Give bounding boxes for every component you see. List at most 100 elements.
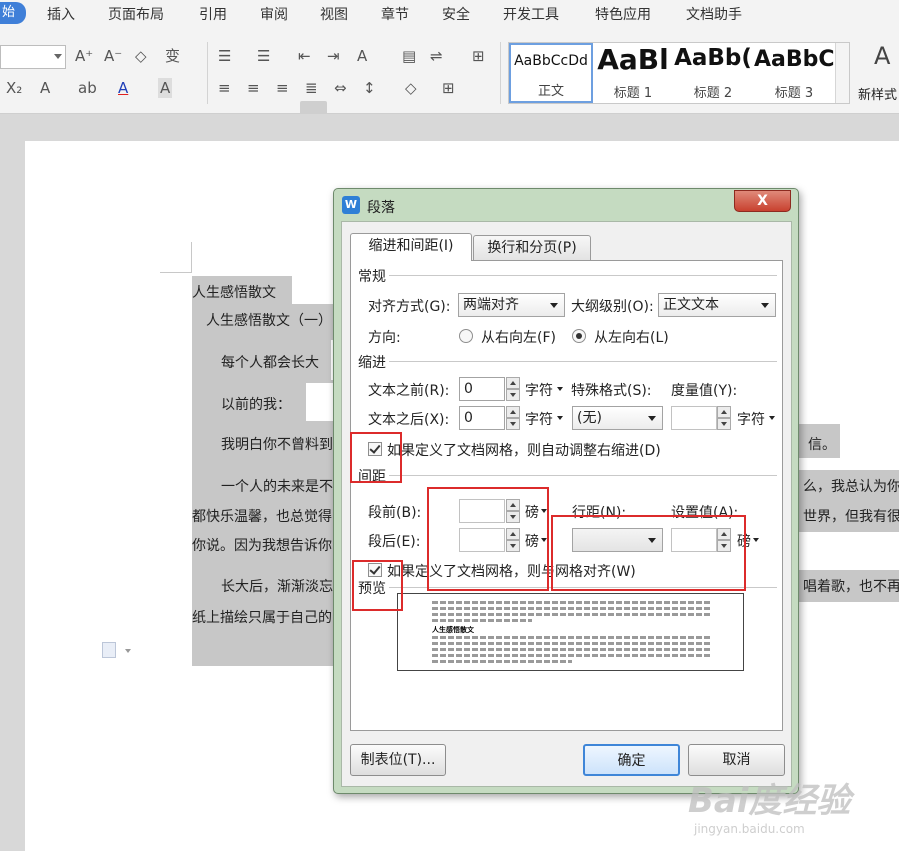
alignment-select[interactable]: 两端对齐 [458,293,565,317]
alignment-label: 对齐方式(G): [368,299,451,315]
tabs-button[interactable]: 制表位(T)... [350,744,446,776]
ltr-radio[interactable] [572,329,586,343]
line-spacing-icon[interactable]: ⇌ [430,46,443,66]
show-marks-icon[interactable]: ⊞ [472,46,485,66]
style-gallery: AaBbCcDd 正文 AaBl 标题 1 AaBb( 标题 2 AaBbC 标… [508,42,850,104]
menu-tab-security[interactable]: 安全 [442,4,470,24]
unit-dropdown-icon[interactable] [557,416,563,420]
menu-tab-chapter[interactable]: 章节 [381,4,409,24]
font-color-icon[interactable]: A [118,78,128,98]
ok-button[interactable]: 确定 [583,744,680,776]
doc-line: 你说。因为我想告诉你 [192,538,332,554]
subscript-icon[interactable]: X₂ [6,78,22,98]
indent-before-input[interactable]: 0 [459,377,505,401]
menu-tab-references[interactable]: 引用 [199,4,227,24]
crop-mark [160,272,192,273]
outline-level-select[interactable]: 正文文本 [658,293,776,317]
borders-icon[interactable]: ⊞ [442,78,455,98]
cancel-button[interactable]: 取消 [688,744,785,776]
shading-icon[interactable]: ◇ [405,78,417,98]
new-style-button[interactable]: A 新样式 [858,44,899,104]
section-divider [389,361,777,362]
doc-line: 唱着歌，也不再 [803,579,899,595]
rtl-label[interactable]: 从右向左(F) [481,327,556,347]
text-effect-icon[interactable]: A [40,78,50,98]
style-heading-2[interactable]: AaBb( 标题 2 [673,43,753,103]
indent-after-input[interactable]: 0 [459,406,505,430]
close-button[interactable]: X [734,190,791,212]
style-heading-1[interactable]: AaBl 标题 1 [594,43,672,103]
preview-box: 人生感悟散文 [397,593,744,671]
menu-tab-start[interactable]: 始 [0,2,26,24]
menu-tab-assistant[interactable]: 文档助手 [686,4,742,24]
para-spacing-icon[interactable]: ↕ [363,78,376,98]
unit-dropdown-icon[interactable] [753,538,759,542]
preview-line [432,660,572,663]
ltr-label[interactable]: 从左向右(L) [594,327,669,347]
decrease-indent-icon[interactable]: ⇤ [298,46,311,66]
indent-before-spinner[interactable] [506,377,520,401]
text-direction-icon[interactable]: ▤ [402,46,416,66]
annotation-box [352,560,403,611]
style-normal[interactable]: AaBbCcDd 正文 [509,43,593,103]
distribute-icon[interactable]: ⇔ [334,78,347,98]
align-right-icon[interactable]: ≡ [276,78,289,98]
bullet-list-icon[interactable]: ☰ [218,46,231,66]
tab-indent-spacing[interactable]: 缩进和间距(I) [350,233,472,261]
annotation-box [427,487,549,591]
align-center-icon[interactable]: ≡ [247,78,260,98]
menu-tab-review[interactable]: 审阅 [260,4,288,24]
indent-after-spinner[interactable] [506,406,520,430]
measure-label: 度量值(Y): [671,383,738,399]
doc-line: 我明白你不曾料到 [221,437,333,453]
ribbon: A⁺ A⁻ ◇ 变 X₂ A ab A A ☰ ☰ ⇤ ⇥ A ▤ ⇌ ⊞ ≡ … [0,28,899,127]
dialog-client: 缩进和间距(I) 换行和分页(P) 常规 对齐方式(G): 两端对齐 大纲级别(… [341,221,792,787]
doc-subheading: 人生感悟散文（一） [206,313,332,329]
chevron-down-icon [761,303,769,308]
baidu-watermark: Bai度经验 jingyan.baidu.com [688,773,888,843]
paragraph-layout-icon[interactable] [102,642,131,658]
measure-input[interactable] [671,406,717,430]
section-divider [389,475,777,476]
justify-icon[interactable]: ≣ [305,78,318,98]
grow-font-icon[interactable]: A⁺ [75,46,93,66]
doc-heading: 人生感悟散文 [192,285,276,301]
menu-tab-features[interactable]: 特色应用 [595,4,651,24]
tab-line-page-breaks[interactable]: 换行和分页(P) [473,235,591,261]
doc-line: 一个人的未来是不 [221,479,333,495]
char-shading-icon[interactable]: A [158,78,173,98]
unit-dropdown-icon[interactable] [557,387,563,391]
ribbon-separator [500,42,501,104]
asian-layout-icon[interactable]: A [357,46,367,66]
style-gallery-scroll[interactable] [835,43,849,103]
doc-line: 世界，但我有很 [803,509,899,525]
doc-line: 以前的我： [221,397,291,413]
shrink-font-icon[interactable]: A⁻ [104,46,122,66]
unit-dropdown-icon[interactable] [769,416,775,420]
align-left-icon[interactable]: ≡ [218,78,231,98]
indent-after-unit: 字符 [525,412,553,428]
auto-adjust-right-indent-label[interactable]: 如果定义了文档网格，则自动调整右缩进(D) [387,440,661,460]
menu-tab-developer[interactable]: 开发工具 [503,4,559,24]
special-format-select[interactable]: (无) [572,406,663,430]
numbered-list-icon[interactable]: ☰ [257,46,270,66]
highlight-icon[interactable]: ab [78,78,97,98]
dialog-title: 段落 [367,200,395,216]
font-size-combo[interactable] [0,45,66,69]
increase-indent-icon[interactable]: ⇥ [327,46,340,66]
tab-panel: 常规 对齐方式(G): 两端对齐 大纲级别(O): 正文文本 方向: 从右向左(… [350,260,783,731]
measure-unit: 字符 [737,412,765,428]
special-format-label: 特殊格式(S): [571,383,652,399]
menu-tab-page-layout[interactable]: 页面布局 [108,4,164,24]
clear-format-icon[interactable]: ◇ [135,46,147,66]
indent-before-label: 文本之前(R): [368,383,450,399]
new-style-label: 新样式 [858,88,898,103]
menu-tab-view[interactable]: 视图 [320,4,348,24]
menu-tab-insert[interactable]: 插入 [47,4,75,24]
outline-level-label: 大纲级别(O): [571,299,654,315]
style-heading-3[interactable]: AaBbC 标题 3 [754,43,834,103]
phonetic-icon[interactable]: 变 [165,46,180,66]
rtl-radio[interactable] [459,329,473,343]
section-indent: 缩进 [358,355,386,371]
measure-spinner[interactable] [717,406,731,430]
